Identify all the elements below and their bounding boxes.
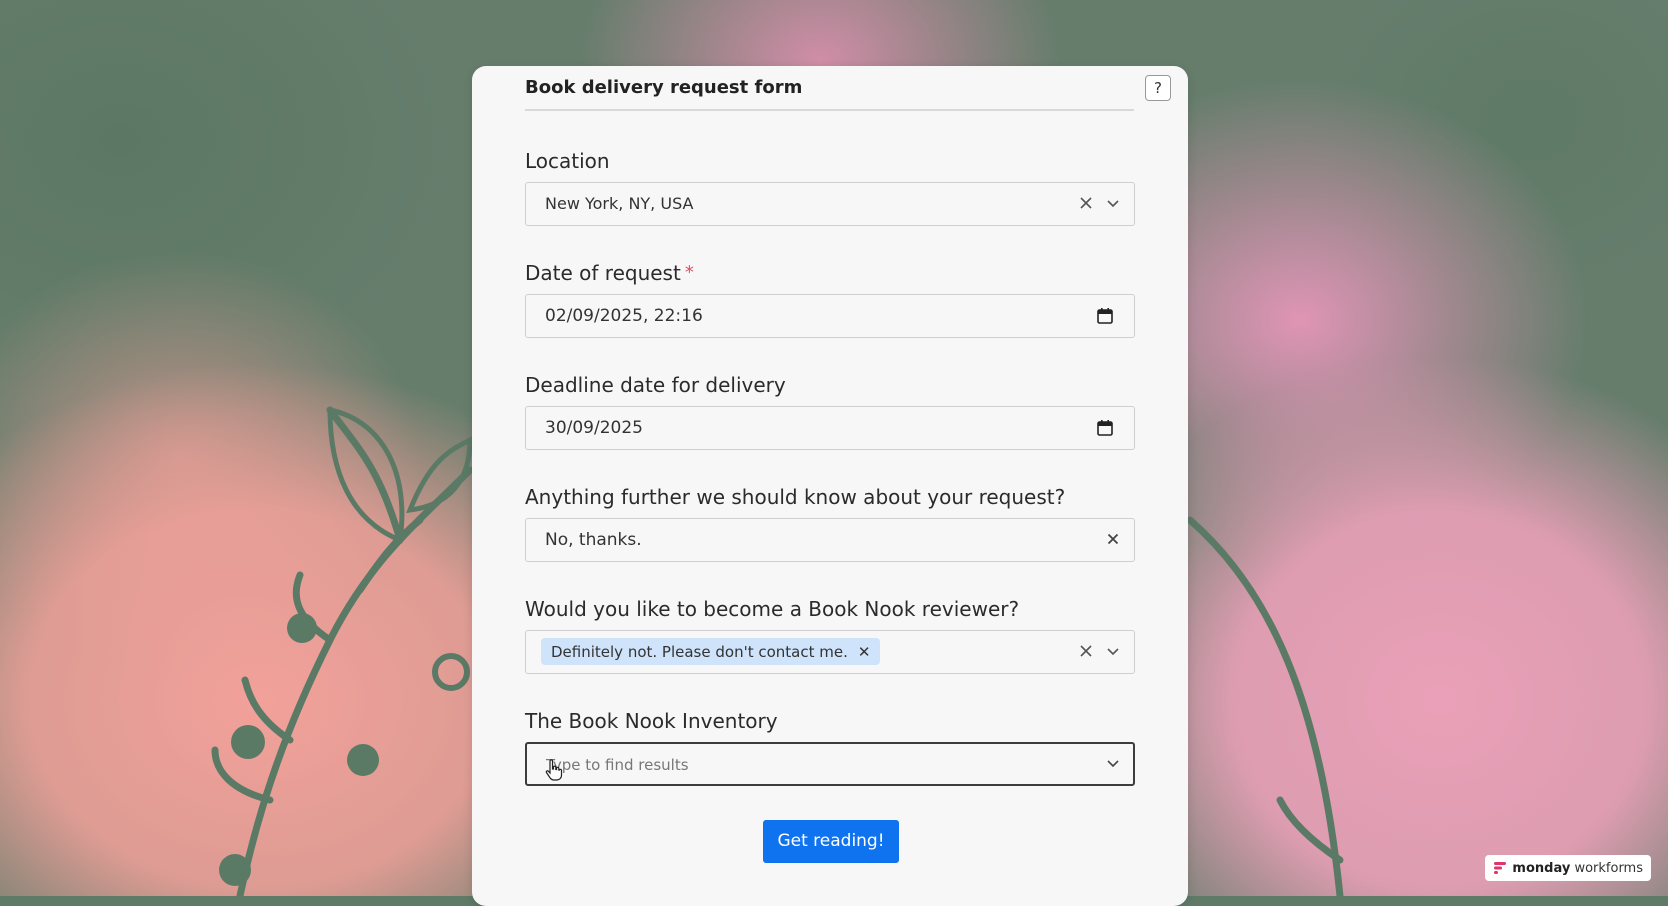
selected-tag: Definitely not. Please don't contact me.… [541, 638, 881, 665]
deadline-field: Deadline date for delivery 30/09/2025 [525, 372, 1135, 450]
required-marker: * [684, 262, 694, 283]
tag-remove-icon[interactable]: ✕ [858, 643, 871, 661]
date-of-request-value: 02/09/2025, 22:16 [545, 306, 703, 326]
date-of-request-input[interactable]: 02/09/2025, 22:16 [525, 294, 1135, 338]
reviewer-select[interactable]: Definitely not. Please don't contact me.… [525, 630, 1135, 674]
location-value: New York, NY, USA [545, 194, 694, 213]
chevron-down-icon[interactable] [1105, 643, 1121, 659]
chevron-down-icon[interactable] [1105, 195, 1121, 211]
calendar-icon[interactable] [1096, 307, 1114, 325]
inventory-placeholder: Type to find results [546, 756, 689, 774]
date-of-request-label: Date of request [525, 261, 681, 285]
inventory-search-input[interactable]: Type to find results [525, 742, 1135, 786]
brand-name-bold: monday [1512, 860, 1571, 876]
reviewer-field: Would you like to become a Book Nook rev… [525, 596, 1135, 674]
brand-name-rest: workforms [1574, 860, 1643, 876]
location-label: Location [525, 149, 610, 173]
form-header: Book delivery request form ? [472, 66, 1188, 111]
brand-badge: monday workforms [1485, 855, 1651, 881]
location-select[interactable]: New York, NY, USA [525, 182, 1135, 226]
further-info-input[interactable]: No, thanks. [525, 518, 1135, 562]
close-icon[interactable] [1078, 643, 1094, 659]
date-of-request-field: Date of request * 02/09/2025, 22:16 [525, 260, 1135, 338]
reviewer-label: Would you like to become a Book Nook rev… [525, 597, 1020, 621]
submit-button[interactable]: Get reading! [763, 820, 899, 863]
further-info-value: No, thanks. [545, 530, 642, 550]
help-icon[interactable]: ? [1145, 75, 1171, 101]
deadline-label: Deadline date for delivery [525, 373, 786, 397]
further-info-field: Anything further we should know about yo… [525, 484, 1135, 562]
selected-tag-label: Definitely not. Please don't contact me. [551, 642, 848, 661]
header-divider [525, 109, 1134, 111]
inventory-label: The Book Nook Inventory [525, 709, 778, 733]
form-title: Book delivery request form [525, 77, 803, 98]
deadline-value: 30/09/2025 [545, 418, 643, 438]
form-card: Book delivery request form ? Location Ne… [472, 66, 1188, 906]
close-icon[interactable] [1078, 195, 1094, 211]
close-icon[interactable] [1105, 531, 1121, 547]
location-field: Location New York, NY, USA [525, 148, 1135, 226]
inventory-field: The Book Nook Inventory Type to find res… [525, 708, 1135, 786]
date-of-request-label-row: Date of request * [525, 260, 1135, 286]
chevron-down-icon[interactable] [1105, 755, 1121, 771]
calendar-icon[interactable] [1096, 419, 1114, 437]
monday-logo-icon [1494, 862, 1507, 874]
hand-cursor-icon [545, 759, 563, 781]
deadline-input[interactable]: 30/09/2025 [525, 406, 1135, 450]
further-info-label: Anything further we should know about yo… [525, 485, 1066, 509]
